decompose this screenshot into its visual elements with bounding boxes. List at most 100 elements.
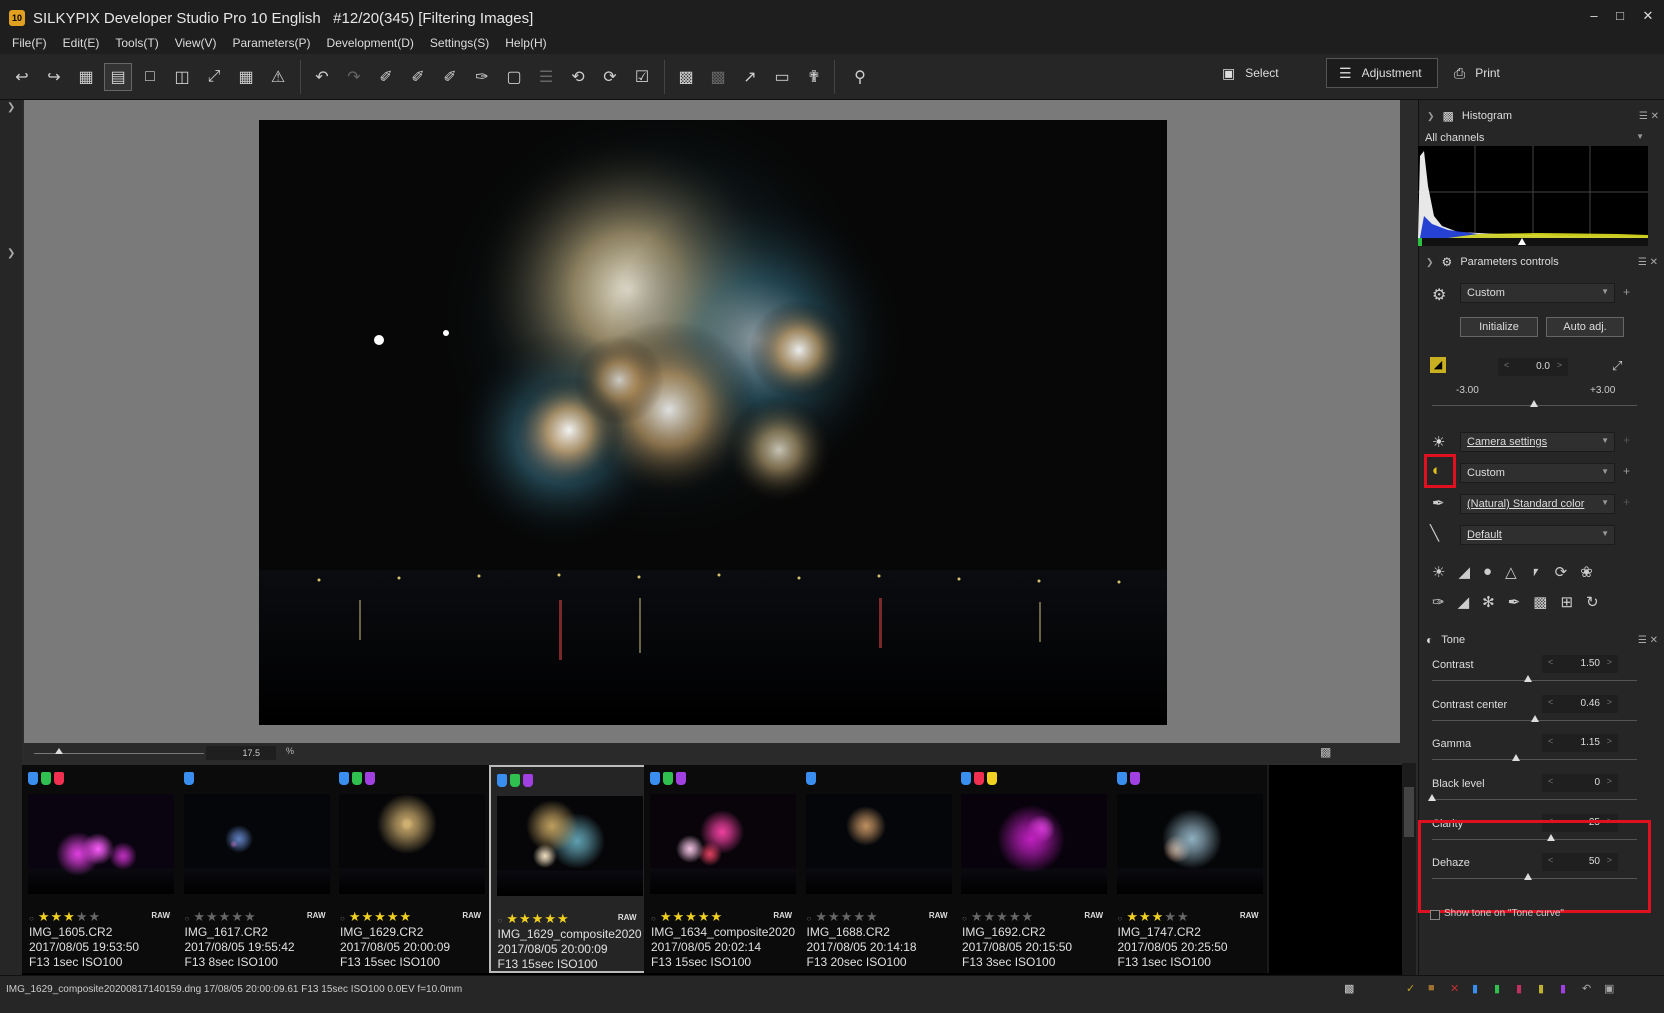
loupe-icon[interactable]: ⚲ xyxy=(846,63,874,91)
fit-window-icon[interactable]: ▩ xyxy=(1320,745,1331,759)
thumbnail-item[interactable]: ○ ★★★★★ RAW IMG_1634_composite2020 2017/08/0… xyxy=(644,765,802,973)
thumbnail-view-icon[interactable]: ▦ xyxy=(72,63,100,91)
slider-thumb[interactable] xyxy=(1530,715,1539,722)
label-purple-icon[interactable]: ▮ xyxy=(1560,982,1566,995)
rotate-left-icon[interactable]: ⟲ xyxy=(564,63,592,91)
scrollbar-thumb[interactable] xyxy=(1404,787,1414,837)
crop-icon[interactable]: ⊞ xyxy=(1560,593,1573,611)
preview-photo[interactable] xyxy=(259,120,1167,725)
transform-icon[interactable]: ↻ xyxy=(1586,593,1599,611)
show-tone-curve-checkbox[interactable] xyxy=(1430,910,1440,920)
transform-icon[interactable]: ▢ xyxy=(500,63,528,91)
preset-select[interactable]: Custom ▼ xyxy=(1460,283,1615,303)
slider-track[interactable] xyxy=(1432,759,1637,760)
collapse-icon[interactable]: ❯ xyxy=(1427,111,1435,122)
thumbnail-item[interactable]: ○ ★★★★★ RAW IMG_1688.CR2 2017/08/05 20:14:18… xyxy=(799,765,958,973)
tone-panel-header[interactable]: ◐ Tone ☰ ✕ xyxy=(1418,628,1664,652)
slider-thumb[interactable] xyxy=(1428,794,1436,801)
brightness-icon[interactable]: ☀ xyxy=(1432,563,1445,581)
tone-select[interactable]: Custom ▼ xyxy=(1460,463,1615,483)
rating-stars[interactable]: ○ ★★★★★ xyxy=(29,909,101,925)
brush-icon[interactable]: ✒ xyxy=(1508,593,1521,611)
exposure-spinner[interactable]: <0.0 > xyxy=(1498,358,1568,376)
fullscreen-icon[interactable]: ⤢ xyxy=(200,63,228,91)
auto-adjust-button[interactable]: Auto adj. xyxy=(1546,317,1624,337)
slider-spinner[interactable]: <0.46 > xyxy=(1542,695,1618,713)
white-balance-select[interactable]: Camera settings ▼ xyxy=(1460,432,1615,452)
noise-icon[interactable]: ✑ xyxy=(1432,593,1445,611)
rating-stars[interactable]: ○ ★★★★★ xyxy=(807,909,879,925)
next-image-icon[interactable]: ↪ xyxy=(40,63,68,91)
mark-icon[interactable]: ☑ xyxy=(628,63,656,91)
compare-view-icon[interactable]: ◫ xyxy=(168,63,196,91)
rating-stars[interactable]: ○ ★★★★★ xyxy=(651,909,723,925)
lens-icon[interactable]: ◢ xyxy=(1458,593,1470,611)
slider-spinner[interactable]: <0 > xyxy=(1542,774,1618,792)
panel-menu-close-icon[interactable]: ☰ ✕ xyxy=(1638,257,1658,268)
export-icon[interactable]: ↗ xyxy=(736,63,764,91)
thumbnail-item[interactable]: ○ ★★★★★ RAW IMG_1605.CR2 2017/08/05 19:53:50… xyxy=(22,765,180,973)
rating-stars[interactable]: ○ ★★★★★ xyxy=(498,911,570,927)
redo-icon[interactable]: ↷ xyxy=(340,63,368,91)
panel-menu-close-icon[interactable]: ☰ ✕ xyxy=(1639,111,1659,122)
sphere-icon[interactable]: ● xyxy=(1483,563,1492,581)
thumbnail-item[interactable]: ○ ★★★★★ RAW IMG_1629_composite2020 2017/08/0… xyxy=(488,765,647,973)
warning-icon[interactable]: ⚠ xyxy=(264,63,292,91)
add-icon[interactable]: + xyxy=(1623,433,1630,447)
previous-image-icon[interactable]: ↩ xyxy=(8,63,36,91)
single-view-icon[interactable]: □ xyxy=(136,63,164,91)
lock-icon[interactable]: ▣ xyxy=(1604,982,1614,995)
spot-icon[interactable]: ▩ xyxy=(1533,593,1547,611)
paste-parameters-icon[interactable]: ✐ xyxy=(404,63,432,91)
layers-icon[interactable]: ☰ xyxy=(532,63,560,91)
menu-settings[interactable]: Settings(S) xyxy=(430,36,489,50)
slider-track[interactable] xyxy=(1432,680,1637,681)
menu-development[interactable]: Development(D) xyxy=(327,36,414,50)
monitor-icon[interactable]: ▭ xyxy=(768,63,796,91)
slider-spinner[interactable]: <1.50 > xyxy=(1542,655,1618,673)
minimize-icon[interactable]: – xyxy=(1584,8,1604,23)
thumbnail-item[interactable]: ○ ★★★★★ RAW IMG_1747.CR2 2017/08/05 20:25:50… xyxy=(1110,765,1269,973)
reject-icon[interactable]: ✕ xyxy=(1450,982,1459,995)
rotate-right-icon[interactable]: ⟳ xyxy=(596,63,624,91)
select-mode-button[interactable]: ▣ Select xyxy=(1210,58,1320,88)
menu-edit[interactable]: Edit(E) xyxy=(63,36,100,50)
brush-icon[interactable]: ✑ xyxy=(468,63,496,91)
tool-icon[interactable]: ✟ xyxy=(800,63,828,91)
batch-develop-icon[interactable]: ▩ xyxy=(704,63,732,91)
histogram-toggle-icon[interactable]: ▩ xyxy=(1344,982,1354,995)
decrement-icon[interactable]: < xyxy=(1504,360,1509,370)
folder-icon[interactable]: ■ xyxy=(1428,982,1435,994)
preview-filmstrip-view-icon[interactable]: ▤ xyxy=(104,63,132,91)
increment-icon[interactable]: > xyxy=(1557,360,1562,370)
expand-left-bottom-icon[interactable]: ❯ xyxy=(7,248,15,259)
slider-thumb[interactable] xyxy=(1512,754,1521,761)
close-icon[interactable]: ✕ xyxy=(1638,8,1658,24)
undo-label-icon[interactable]: ↶ xyxy=(1582,982,1591,995)
develop-icon[interactable]: ▩ xyxy=(672,63,700,91)
check-icon[interactable]: ✓ xyxy=(1406,982,1415,995)
thumbnail-item[interactable]: ○ ★★★★★ RAW IMG_1629.CR2 2017/08/05 20:00:09… xyxy=(333,765,491,973)
rating-stars[interactable]: ○ ★★★★★ xyxy=(1118,909,1190,925)
fisheye-icon[interactable]: ✻ xyxy=(1482,593,1495,611)
settings-icon[interactable]: ❀ xyxy=(1580,563,1593,581)
stamp-icon[interactable]: ✐ xyxy=(436,63,464,91)
rating-stars[interactable]: ○ ★★★★★ xyxy=(185,909,257,925)
copy-parameters-icon[interactable]: ✐ xyxy=(372,63,400,91)
menu-view[interactable]: View(V) xyxy=(175,36,217,50)
highlight-icon[interactable]: △ xyxy=(1505,563,1517,581)
label-green-icon[interactable]: ▮ xyxy=(1494,982,1500,995)
exposure-slider-thumb[interactable] xyxy=(1530,400,1538,407)
zoom-slider-thumb[interactable] xyxy=(55,748,63,754)
auto-exposure-icon[interactable]: ⤢ xyxy=(1612,358,1622,374)
rating-stars[interactable]: ○ ★★★★★ xyxy=(340,909,412,925)
add-preset-icon[interactable]: + xyxy=(1623,285,1630,299)
menu-help[interactable]: Help(H) xyxy=(505,36,546,50)
panel-menu-close-icon[interactable]: ☰ ✕ xyxy=(1638,635,1658,646)
label-yellow-icon[interactable]: ▮ xyxy=(1538,982,1544,995)
grid-icon[interactable]: ▦ xyxy=(232,63,260,91)
slider-spinner[interactable]: <1.15 > xyxy=(1542,734,1618,752)
menu-parameters[interactable]: Parameters(P) xyxy=(233,36,311,50)
adjustment-mode-button[interactable]: ☰ Adjustment xyxy=(1326,58,1438,88)
label-blue-icon[interactable]: ▮ xyxy=(1472,982,1478,995)
